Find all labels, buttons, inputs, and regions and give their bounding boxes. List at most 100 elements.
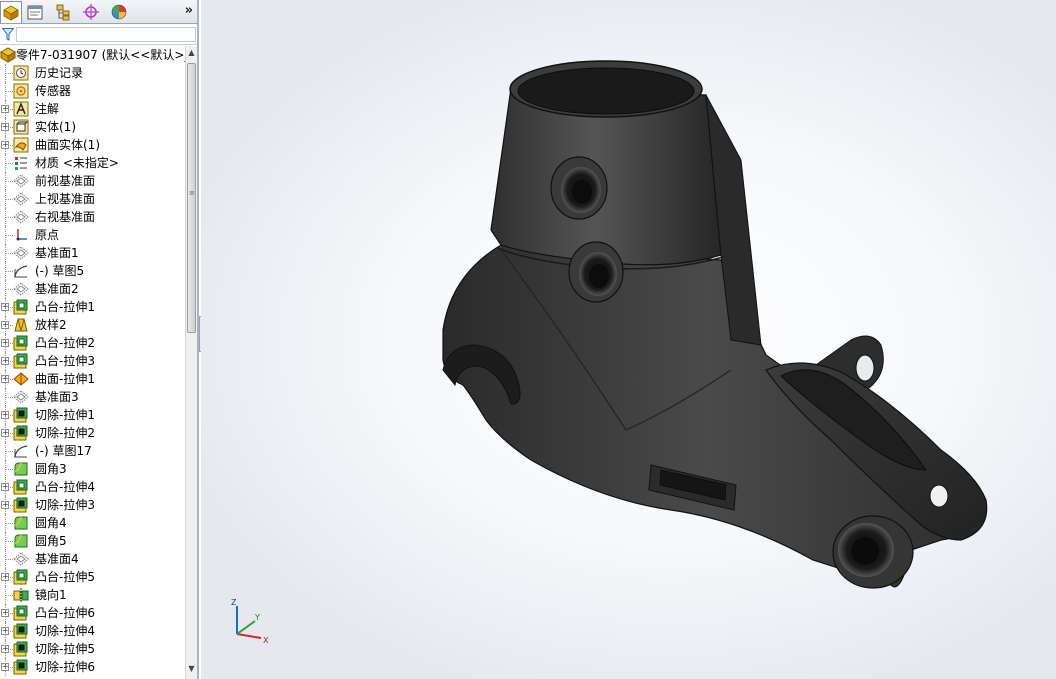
tree-item[interactable]: + 曲面实体(1) (0, 136, 185, 154)
expand-icon[interactable]: + (1, 339, 9, 347)
dimxpert-icon (83, 4, 99, 20)
part-model[interactable] (201, 0, 1056, 679)
tree-item[interactable]: + 凸台-拉伸2 (0, 334, 185, 352)
tree-item[interactable]: + 凸台-拉伸4 (0, 478, 185, 496)
tree-item-label: 镜向1 (35, 588, 67, 602)
feature-manager-panel: » 零件7-031907 (默认<<默认>_ 历史记录 传感器 + 注解 + 实体(1) + 曲… (0, 0, 199, 679)
feature-manager-tab[interactable] (0, 1, 22, 23)
boss-extrude-icon (13, 569, 29, 585)
expand-icon[interactable]: + (1, 123, 9, 131)
tree-item[interactable]: + 凸台-拉伸5 (0, 568, 185, 586)
tree-item-label: 放样2 (35, 318, 67, 332)
tree-item[interactable]: 圆角4 (0, 514, 185, 532)
tree-item[interactable]: 前视基准面 (0, 172, 185, 190)
tree-item[interactable]: 镜向1 (0, 586, 185, 604)
scroll-up-arrow-icon[interactable]: ▲ (186, 48, 197, 59)
tree-item-label: 曲面实体(1) (35, 138, 100, 152)
tree-item[interactable]: + 切除-拉伸6 (0, 658, 185, 676)
expand-icon[interactable]: + (1, 321, 9, 329)
grip-icon: ≡ (189, 189, 195, 197)
bracket-hole (855, 354, 875, 382)
tree-item[interactable]: 基准面2 (0, 280, 185, 298)
filter-icon[interactable] (2, 28, 14, 41)
tree-item[interactable]: + 凸台-拉伸1 (0, 298, 185, 316)
expand-icon[interactable]: + (1, 141, 9, 149)
tree-item-label: 切除-拉伸3 (35, 498, 95, 512)
tree-item[interactable]: + 凸台-拉伸6 (0, 604, 185, 622)
tree-item[interactable]: 原点 (0, 226, 185, 244)
tree-item[interactable]: 圆角5 (0, 532, 185, 550)
display-manager-tab[interactable] (108, 1, 130, 23)
graphics-viewport[interactable]: Z Y X (201, 0, 1056, 679)
sketch-icon (13, 443, 29, 459)
property-manager-tab[interactable] (24, 1, 46, 23)
boss-extrude-icon (13, 299, 29, 315)
expand-icon[interactable]: + (1, 375, 9, 383)
tree-item[interactable]: + 放样2 (0, 316, 185, 334)
tree-item[interactable]: + 切除-拉伸4 (0, 622, 185, 640)
boss-extrude-icon (13, 479, 29, 495)
scroll-thumb[interactable]: ≡ (187, 63, 196, 333)
tree-item[interactable]: + 切除-拉伸5 (0, 640, 185, 658)
expand-icon[interactable]: + (1, 357, 9, 365)
tree-item[interactable]: 圆角3 (0, 460, 185, 478)
tree-item-label: 材质 <未指定> (35, 156, 119, 170)
tree-scrollbar[interactable]: ▲ ≡ ▼ (185, 46, 197, 679)
tree-item[interactable]: + 凸台-拉伸3 (0, 352, 185, 370)
tree-item[interactable]: + 实体(1) (0, 118, 185, 136)
tree-item[interactable]: 基准面4 (0, 550, 185, 568)
cut-extrude-icon (13, 407, 29, 423)
plane-icon (13, 173, 29, 189)
tree-item[interactable]: + 曲面-拉伸1 (0, 370, 185, 388)
expand-icon[interactable]: + (1, 501, 9, 509)
dimxpert-manager-tab[interactable] (80, 1, 102, 23)
tree-item[interactable]: 材质 <未指定> (0, 154, 185, 172)
expand-icon[interactable]: + (1, 105, 9, 113)
plane-icon (13, 209, 29, 225)
cut-extrude-icon (13, 659, 29, 675)
expand-icon[interactable]: + (1, 573, 9, 581)
upper-bolt-boss (550, 156, 608, 220)
surface-bodies-icon (13, 137, 29, 153)
expand-icon[interactable]: + (1, 663, 9, 671)
filter-input[interactable] (16, 27, 196, 42)
more-tabs-button[interactable]: » (185, 3, 193, 18)
tree-item-label: 凸台-拉伸4 (35, 480, 95, 494)
tree-item[interactable]: + 切除-拉伸1 (0, 406, 185, 424)
tree-item[interactable]: (-) 草图17 (0, 442, 185, 460)
display-manager-icon (111, 4, 127, 20)
expand-icon[interactable]: + (1, 627, 9, 635)
tree-item[interactable]: + 切除-拉伸2 (0, 424, 185, 442)
tree-item-label: (-) 草图17 (35, 444, 92, 458)
tree-item-label: 实体(1) (35, 120, 76, 134)
boss-extrude-icon (13, 605, 29, 621)
tree-item[interactable]: 传感器 (0, 82, 185, 100)
plane-icon (13, 191, 29, 207)
configuration-manager-tab[interactable] (52, 1, 74, 23)
tree-root-part[interactable]: 零件7-031907 (默认<<默认>_ (0, 46, 185, 64)
part-icon (0, 47, 16, 63)
fillet-icon (13, 461, 29, 477)
expand-icon[interactable]: + (1, 609, 9, 617)
expand-icon[interactable]: + (1, 303, 9, 311)
tree-item-label: 圆角3 (35, 462, 67, 476)
tree-item[interactable]: + 切除-拉伸3 (0, 496, 185, 514)
expand-icon[interactable]: + (1, 483, 9, 491)
expand-icon[interactable]: + (1, 429, 9, 437)
tree-item[interactable]: (-) 草图5 (0, 262, 185, 280)
expand-icon[interactable]: + (1, 645, 9, 653)
annotation-icon (13, 101, 29, 117)
manager-tabbar: » (0, 0, 197, 24)
orientation-triad: Z Y X (231, 598, 269, 645)
feature-tree: 零件7-031907 (默认<<默认>_ 历史记录 传感器 + 注解 + 实体(1) + 曲面实… (0, 46, 185, 679)
tree-item[interactable]: 上视基准面 (0, 190, 185, 208)
expand-icon[interactable]: + (1, 411, 9, 419)
tree-item[interactable]: + 注解 (0, 100, 185, 118)
sketch-icon (13, 263, 29, 279)
property-manager-icon (27, 5, 43, 20)
tree-item[interactable]: 基准面3 (0, 388, 185, 406)
tree-item[interactable]: 基准面1 (0, 244, 185, 262)
scroll-down-arrow-icon[interactable]: ▼ (186, 664, 197, 675)
tree-item[interactable]: 历史记录 (0, 64, 185, 82)
tree-item[interactable]: 右视基准面 (0, 208, 185, 226)
